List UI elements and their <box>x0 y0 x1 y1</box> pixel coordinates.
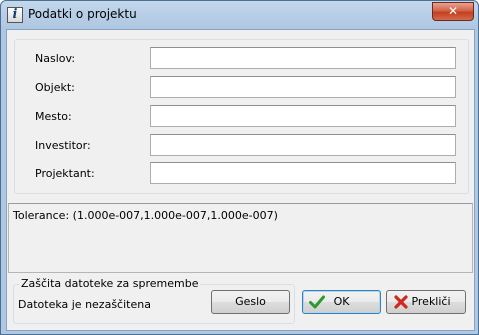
label-projektant: Projektant: <box>35 167 95 180</box>
label-objekt: Objekt: <box>35 81 75 94</box>
close-button[interactable]: ✕ <box>432 2 474 21</box>
ok-button[interactable]: OK <box>302 290 381 314</box>
investitor-input[interactable] <box>150 134 456 156</box>
protection-status: Datoteka je nezaščitena <box>18 298 151 311</box>
tolerance-text: Tolerance: (1.000e-007,1.000e-007,1.000e… <box>13 209 278 222</box>
projektant-input[interactable] <box>150 162 456 184</box>
app-info-icon: i <box>7 7 23 23</box>
project-fields-group: Naslov: Objekt: Mesto: Investitor: Proje… <box>14 39 469 194</box>
label-naslov: Naslov: <box>35 52 76 65</box>
ok-button-label: OK <box>333 295 350 308</box>
password-button-label: Geslo <box>235 295 266 308</box>
protection-group-title: Zaščita datoteke za spremembe <box>19 277 201 290</box>
cancel-button[interactable]: Prekliči <box>386 290 466 314</box>
window-title: Podatki o projektu <box>28 7 137 21</box>
tolerance-panel: Tolerance: (1.000e-007,1.000e-007,1.000e… <box>8 203 473 273</box>
dialog-window: i Podatki o projektu ✕ Naslov: Objekt: M… <box>0 0 479 335</box>
dialog-body: Naslov: Objekt: Mesto: Investitor: Proje… <box>6 29 475 331</box>
cancel-button-label: Prekliči <box>411 295 451 308</box>
objekt-input[interactable] <box>150 76 456 98</box>
naslov-input[interactable] <box>150 47 456 69</box>
label-mesto: Mesto: <box>35 110 72 123</box>
mesto-input[interactable] <box>150 105 456 127</box>
label-investitor: Investitor: <box>35 139 91 152</box>
title-bar[interactable]: i Podatki o projektu ✕ <box>1 1 478 29</box>
password-button[interactable]: Geslo <box>211 290 290 314</box>
